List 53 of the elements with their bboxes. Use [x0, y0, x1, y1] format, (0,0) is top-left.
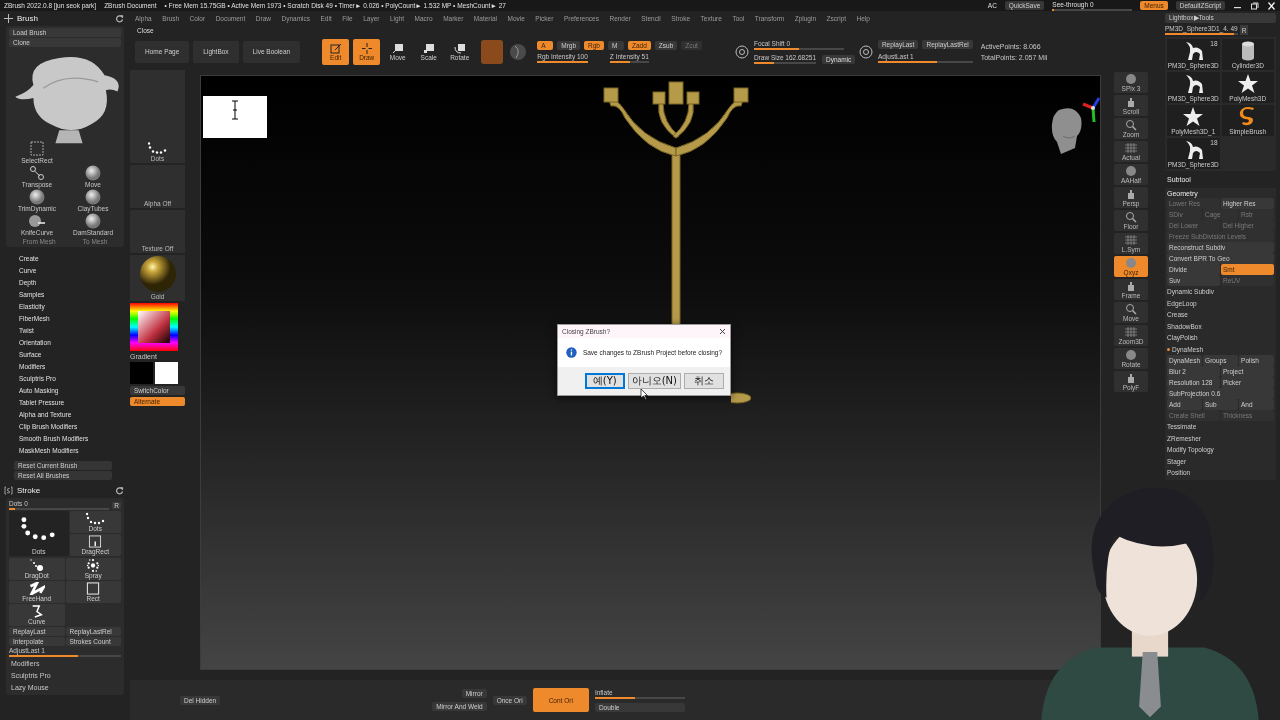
move-cross-icon: [4, 14, 13, 23]
refresh-icon[interactable]: [115, 486, 124, 495]
dots-stroke-icon: [85, 512, 105, 525]
knife-curve-icon: [27, 213, 47, 229]
edit-pencil-icon: [329, 42, 342, 54]
sphere-icon: [83, 189, 103, 205]
palette-title: Brush: [17, 14, 39, 23]
drag-dot-icon: [29, 559, 44, 572]
drag-rectangle-icon: [88, 535, 103, 548]
thumbnail-preview: [203, 95, 267, 138]
close-icon[interactable]: [719, 328, 726, 335]
grid-icon: [1124, 233, 1138, 246]
magnifier-icon: [1124, 210, 1138, 223]
stroke-circle-icon[interactable]: [733, 43, 750, 60]
palette-title: Stroke: [17, 486, 42, 495]
dialog-button[interactable]: 아니오(N): [627, 373, 681, 389]
spray-icon: [86, 559, 101, 572]
refresh-icon[interactable]: [115, 14, 124, 23]
brush-circle-icon[interactable]: [857, 43, 874, 60]
restore-icon[interactable]: [1250, 1, 1259, 10]
primary-color-swatch[interactable]: [130, 361, 153, 384]
sphere-icon: [1124, 72, 1138, 85]
curve-icon: [30, 605, 43, 618]
grid-icon: [1124, 325, 1138, 338]
color-picker[interactable]: [130, 302, 178, 351]
secondary-color-swatch[interactable]: [155, 361, 178, 384]
sphere-icon: [83, 165, 103, 181]
sphere-icon: [1124, 348, 1138, 361]
sphere-icon: [1124, 256, 1138, 269]
freehand-squiggle-icon: [28, 582, 45, 595]
dots-stroke-icon: [148, 140, 167, 155]
sphere-icon: [27, 189, 47, 205]
sphere-icon: [83, 213, 103, 229]
text-cursor-icon: [231, 99, 239, 120]
dialog-button[interactable]: 예(Y): [584, 373, 625, 389]
move-icon: [391, 42, 404, 54]
scale-icon: [422, 42, 435, 54]
sphere-icon: [1124, 164, 1138, 177]
magnifier-icon: [1124, 118, 1138, 131]
info-icon: [566, 346, 577, 359]
dialog-button[interactable]: 취소: [684, 373, 724, 389]
grid-icon: [1124, 141, 1138, 154]
stand-base-drawing: [731, 391, 751, 404]
rectangle-select-icon: [27, 141, 47, 157]
rectangle-icon: [86, 582, 101, 595]
shaded-sphere-icon: [137, 254, 178, 293]
magnifier-icon: [1124, 302, 1138, 315]
material-swatch[interactable]: [481, 39, 504, 64]
transpose-icon: [27, 165, 47, 181]
document-canvas[interactable]: [200, 74, 1101, 670]
crosshair-icon: [360, 42, 373, 54]
stroke-bracket-icon: [4, 486, 13, 495]
rotate-icon: [453, 42, 466, 54]
